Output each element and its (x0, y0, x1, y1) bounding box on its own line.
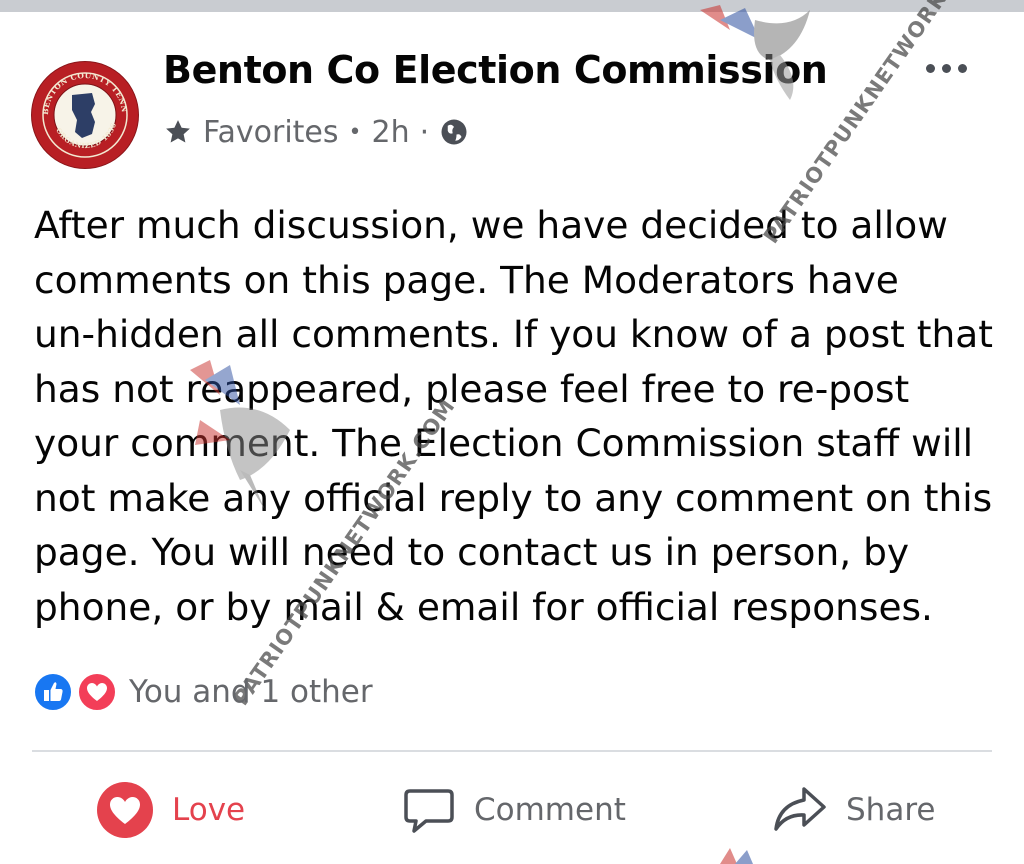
globe-icon[interactable] (439, 117, 469, 147)
reactions-summary[interactable]: You and 1 other (33, 670, 373, 714)
reactions-count-text: You and 1 other (129, 674, 373, 710)
watermark-eagle-graphic (700, 5, 810, 100)
share-button[interactable]: Share (772, 780, 935, 840)
more-dot-icon (941, 63, 951, 73)
star-icon (166, 120, 190, 143)
love-label: Love (172, 792, 246, 828)
more-dot-icon (957, 63, 967, 73)
actions-divider (32, 750, 992, 752)
comment-button[interactable]: Comment (402, 780, 626, 840)
comment-label: Comment (474, 792, 626, 828)
comment-icon (404, 789, 454, 833)
watermark-fragment-graphic (720, 848, 753, 864)
post-meta: Favorites • 2h · (163, 112, 469, 152)
more-options-button[interactable] (918, 48, 974, 88)
meta-separator: • (348, 119, 362, 145)
meta-separator: · (419, 114, 430, 150)
favorites-label[interactable]: Favorites (203, 115, 339, 150)
share-icon (774, 787, 826, 831)
like-icon (33, 672, 73, 712)
reaction-icons (33, 672, 119, 712)
share-label: Share (846, 792, 936, 828)
more-dot-icon (925, 63, 935, 73)
county-seal-logo: BENTON COUNTY TENNESSEE ORGANIZED 1836 (32, 62, 135, 165)
post-time[interactable]: 2h (372, 115, 410, 150)
heart-icon (77, 672, 117, 712)
page-avatar[interactable]: BENTON COUNTY TENNESSEE ORGANIZED 1836 (32, 62, 138, 168)
love-button[interactable]: Love (96, 780, 245, 840)
watermark-eagle-graphic (190, 360, 290, 510)
top-bar (0, 0, 1024, 12)
heart-icon (97, 782, 153, 838)
